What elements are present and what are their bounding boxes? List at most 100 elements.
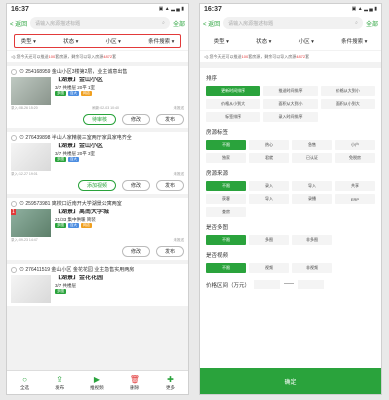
publish-button[interactable]: 发布 xyxy=(155,114,184,125)
filter-type[interactable]: 类型 ▾ xyxy=(214,37,229,45)
all-button[interactable]: 全部 xyxy=(173,19,185,28)
price-min-input[interactable] xyxy=(254,279,281,289)
source-option[interactable]: 不限 xyxy=(206,181,246,191)
add-video-button[interactable]: 添加视频 xyxy=(77,180,116,191)
push-video-button[interactable]: ▶ 推视频 xyxy=(90,375,104,391)
price-title: 价格区间（万元） xyxy=(206,283,251,289)
status-icons: ▣ ▲ ▂ ▄ ▮ xyxy=(158,6,184,12)
filter-bar: 类型 ▾ 状态 ▾ 小区 ▾ 条件搜索 ▾ xyxy=(200,32,381,50)
confirm-button[interactable]: 确定 xyxy=(200,368,381,394)
tag: 多图 xyxy=(55,157,66,162)
sort-option[interactable]: 面积从小到大 xyxy=(320,99,375,109)
tip-text-3: 套 xyxy=(112,53,117,59)
listing-detail: 3/7 共楼层 20平 1室 xyxy=(55,85,96,90)
source-option[interactable]: 共享 xyxy=(335,181,375,191)
tag: 多图 xyxy=(55,223,66,228)
pending-review-button[interactable]: 待审核 xyxy=(82,114,116,125)
tag: 多图 xyxy=(55,91,66,96)
select-radio[interactable] xyxy=(11,68,17,75)
edit-button[interactable]: 修改 xyxy=(121,114,150,125)
sort-option[interactable]: 推送时间排序 xyxy=(263,86,318,96)
sort-option[interactable]: 面积从大到小 xyxy=(263,99,318,109)
search-input[interactable]: 请输入房源描述标题 ⌕ xyxy=(30,17,170,29)
tag: 网店 xyxy=(81,91,92,96)
listing-card[interactable]: ⊙ 276411519 金山小区 金花花园 业主急售实用两房 【湖景】金花花园 3… xyxy=(7,264,188,306)
publish-label: 发布 xyxy=(55,384,65,390)
select-all-button[interactable]: ○ 全选 xyxy=(20,375,29,391)
publish-button[interactable]: 发布 xyxy=(155,246,184,257)
status-bar: 16:37 ▣ ▲ ▂ ▄ ▮ xyxy=(200,4,381,14)
listing-photo xyxy=(11,143,51,171)
back-button[interactable]: < 返回 xyxy=(10,19,27,28)
select-radio[interactable] xyxy=(11,134,17,141)
tag: 百大 xyxy=(68,223,79,228)
publish-all-button[interactable]: ⇪ 发布 xyxy=(55,375,64,391)
tag: 多图 xyxy=(55,289,66,294)
tag-option[interactable]: 君就 xyxy=(249,153,289,163)
price-max-input[interactable] xyxy=(298,279,325,289)
source-option[interactable]: 查房 xyxy=(206,207,246,217)
filter-bar: 类型 ▾ 状态 ▾ 小区 ▾ 条件搜索 ▾ xyxy=(7,32,188,50)
search-placeholder: 请输入房源描述标题 xyxy=(35,20,81,27)
tag-option[interactable]: 已认证 xyxy=(292,153,332,163)
more-label: 更多 xyxy=(165,384,175,390)
push-status: 未推送 xyxy=(173,238,185,242)
sort-option[interactable]: 更新时间排序 xyxy=(206,86,261,96)
listing-card[interactable]: ⊙ 259573981 离校口近南开大学湖景公寓两室 1 【湖景】离南大学城 21… xyxy=(7,198,188,260)
search-icon[interactable]: ⌕ xyxy=(355,20,358,26)
more-button[interactable]: ✚ 更多 xyxy=(166,375,175,391)
publish-button[interactable]: 发布 xyxy=(155,180,184,191)
source-option[interactable]: 录入 xyxy=(249,181,289,191)
source-options: 不限 录入 导入 共享 获客 导入 录播 ERP 查房 xyxy=(206,181,375,217)
source-option[interactable]: 导入 xyxy=(292,181,332,191)
multi-image-option[interactable]: 多图 xyxy=(249,235,289,245)
tag-option[interactable]: 独家 xyxy=(206,153,246,163)
video-option[interactable]: 视频 xyxy=(249,263,289,273)
tag: 百大 xyxy=(68,91,79,96)
source-option[interactable]: 导入 xyxy=(249,194,289,204)
plus-icon: ✚ xyxy=(167,374,174,384)
back-button[interactable]: < 返回 xyxy=(203,19,220,28)
tag-option[interactable]: 急售 xyxy=(292,140,332,150)
tag-option[interactable]: 小户 xyxy=(335,140,375,150)
search-icon[interactable]: ⌕ xyxy=(162,20,165,26)
push-status: 未推送 xyxy=(173,172,185,176)
edit-button[interactable]: 修改 xyxy=(121,246,150,257)
source-option[interactable]: 录播 xyxy=(292,194,332,204)
listing-head: ⊙ 259573981 离校口近南开大学湖景公寓两室 xyxy=(19,201,122,207)
delete-button[interactable]: 🗑 删除 xyxy=(130,375,140,391)
multi-image-title: 是否多图 xyxy=(206,225,229,231)
search-input[interactable]: 请输入房源描述标题 ⌕ xyxy=(223,17,363,29)
listing-detail: 3/7 共楼层 xyxy=(55,283,77,288)
trash-icon: 🗑 xyxy=(129,374,140,384)
all-button[interactable]: 全部 xyxy=(366,19,378,28)
source-option[interactable]: 获客 xyxy=(206,194,246,204)
source-title: 房源来源 xyxy=(206,171,229,177)
listing-photo xyxy=(11,77,51,105)
listing-card[interactable]: ⊙ 254168959 金山小区3楼第2层，业主诚意出售 【湖景】金山小区 3/7… xyxy=(7,66,188,128)
video-option[interactable]: 不限 xyxy=(206,263,246,273)
tag-option[interactable]: 不限 xyxy=(206,140,246,150)
tag-option[interactable]: 热心 xyxy=(249,140,289,150)
video-option[interactable]: 非视频 xyxy=(292,263,332,273)
entry-time: 录入:12-27 19:01 xyxy=(11,172,38,176)
tag-option[interactable]: 免税房 xyxy=(335,153,375,163)
video-options: 不限 视频 非视频 xyxy=(206,263,375,273)
sort-option[interactable]: 价格从小到大 xyxy=(206,99,261,109)
filter-conditions[interactable]: 条件搜索 ▾ xyxy=(341,37,367,45)
edit-button[interactable]: 修改 xyxy=(121,180,150,191)
select-radio[interactable] xyxy=(11,266,17,273)
listing-card[interactable]: ⊙ 276439898 半山人家精装三室两厅家具家电齐全 【湖景】金山小区 3/7… xyxy=(7,132,188,194)
filter-status[interactable]: 状态 ▾ xyxy=(256,37,271,45)
listing-title: 【湖景】离南大学城 xyxy=(55,209,110,215)
multi-image-option[interactable]: 非多图 xyxy=(292,235,332,245)
sort-option[interactable]: 标签排序 xyxy=(206,112,261,122)
filter-community[interactable]: 小区 ▾ xyxy=(299,37,314,45)
select-radio[interactable] xyxy=(11,200,17,207)
sort-option[interactable]: 录入时间排序 xyxy=(263,112,318,122)
sort-option[interactable]: 价格从大到小 xyxy=(320,86,375,96)
source-option[interactable]: ERP xyxy=(335,194,375,204)
tip-count-import: 4872 xyxy=(296,54,306,59)
tag-options: 不限 热心 急售 小户 独家 君就 已认证 免税房 xyxy=(206,140,375,163)
multi-image-option[interactable]: 不限 xyxy=(206,235,246,245)
